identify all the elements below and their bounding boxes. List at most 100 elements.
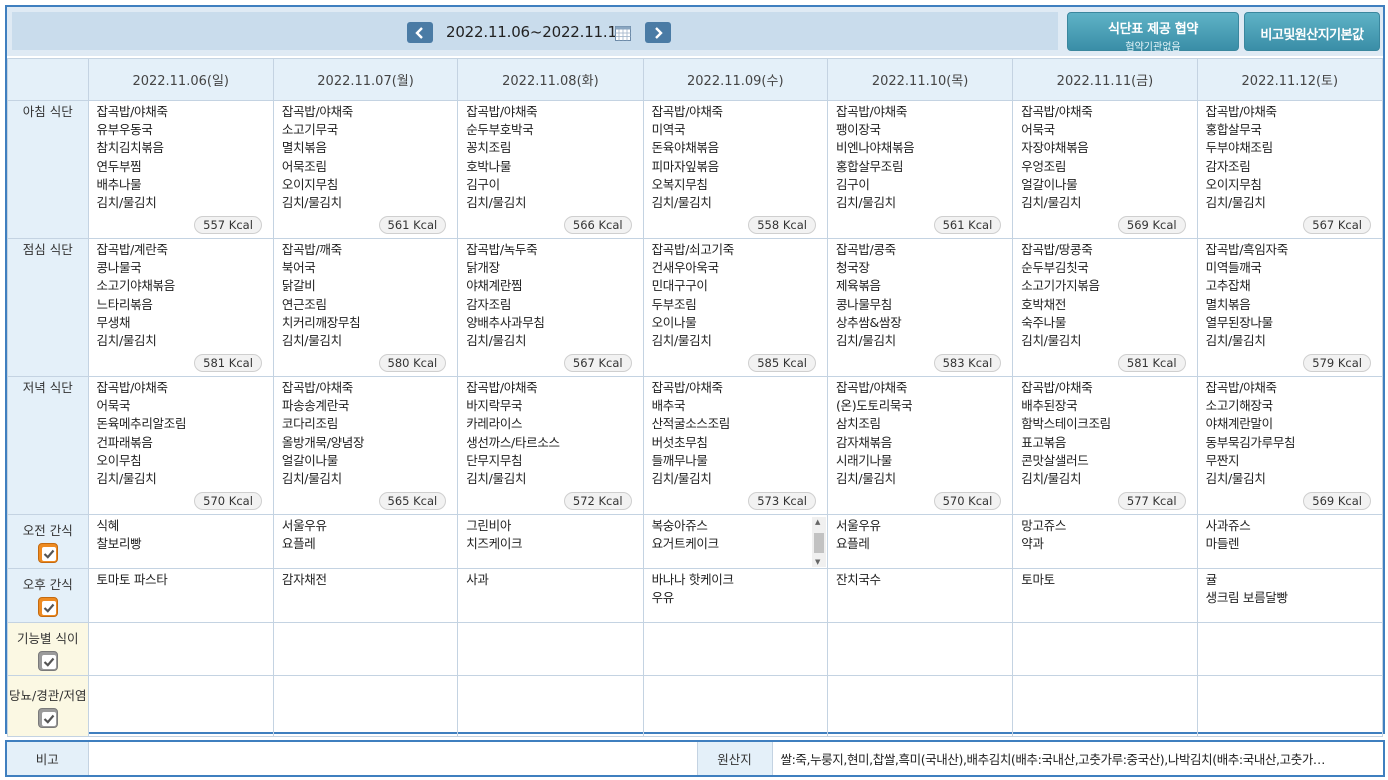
menu-items: 잡곡밥/야채죽 미역국 돈육야채볶음 피마자잎볶음 오복지무침 김치/물김치 (652, 103, 827, 212)
menu-item: (온)도토리묵국 (835, 398, 913, 414)
snack-cell[interactable]: 잔치국수 (826, 568, 1014, 623)
menu-item: 멸치볶음 (281, 140, 327, 156)
snack-item: 바나나 핫케이크 (651, 572, 734, 587)
snack-item: 약과 (1021, 536, 1044, 552)
menu-item: 김구이 (835, 176, 870, 192)
snack-cell[interactable]: 서울우유 요플레 (826, 514, 1014, 569)
snack-cell[interactable] (642, 675, 828, 737)
kcal-badge: 580 Kcal (378, 354, 447, 372)
snack-cell[interactable]: 사과쥬스 마들렌 (1196, 514, 1384, 569)
meal-cell[interactable]: 잡곡밥/야채죽 파송송계란국 코다리조림 올방개묵/양념장 얼갈이나물 김치/물김치 565… (272, 376, 459, 515)
next-week-button[interactable] (645, 22, 671, 43)
cell-scrollbar[interactable]: ▲ ▼ (811, 517, 826, 567)
checkbox-icon[interactable] (37, 597, 58, 617)
meal-cell[interactable]: 잡곡밥/야채죽 (온)도토리묵국 삼치조림 감자채볶음 시래기나물 김치/물김치 570 K… (826, 376, 1014, 515)
menu-item: 야채계란찜 (466, 278, 523, 294)
meal-cell[interactable]: 잡곡밥/계란죽 콩나물국 소고기야채볶음 느타리볶음 무생채 김치/물김치 581 Kcal (87, 238, 274, 377)
snack-cell[interactable] (1012, 622, 1198, 676)
snack-cell[interactable] (826, 622, 1014, 676)
meal-cell[interactable]: 잡곡밥/야채죽 어묵국 돈육메추리알조림 건파래볶음 오이무침 김치/물김치 570 Kca… (87, 376, 274, 515)
meal-cell[interactable]: 잡곡밥/야채죽 배추국 산적굴소스조림 버섯초무침 들깨무나물 김치/물김치 573 Kca… (642, 376, 828, 515)
snack-cell[interactable] (272, 675, 459, 737)
checkbox-icon[interactable] (37, 707, 58, 728)
snack-cell[interactable] (272, 622, 459, 676)
snack-cell[interactable]: 귤 생크림 보름달빵 (1196, 568, 1384, 623)
snack-cell[interactable]: 망고쥬스 약과 (1012, 514, 1198, 569)
menu-item: 오이지무침 (281, 176, 338, 192)
snack-cell[interactable] (1012, 675, 1198, 737)
menu-item: 잡곡밥/야채죽 (835, 380, 908, 395)
menu-items: 잡곡밥/야채죽 어묵국 자장야채볶음 우엉조림 얼갈이나물 김치/물김치 (1021, 103, 1196, 212)
scroll-up-icon[interactable]: ▲ (815, 518, 820, 526)
snack-cell[interactable]: 복숭아쥬스 요거트케이크 ▲ ▼ (642, 514, 828, 569)
snack-items: 감자채전 (282, 571, 457, 589)
scroll-down-icon[interactable]: ▼ (815, 558, 820, 566)
snack-item: 감자채전 (281, 572, 327, 587)
snack-cell[interactable]: 토마토 파스타 (87, 568, 274, 623)
meal-cell[interactable]: 잡곡밥/쇠고기죽 건새우아욱국 민대구구이 두부조림 오이나물 김치/물김치 585 Kca… (642, 238, 828, 377)
meal-row: 아침 식단 잡곡밥/야채죽 유부우동국 참치김치볶음 연두부찜 배추나물 김치/물김치 557… (7, 100, 1384, 239)
snack-item: 요플레 (835, 536, 870, 552)
snack-cell[interactable] (1196, 675, 1384, 737)
prev-week-button[interactable] (407, 22, 433, 43)
snack-cell[interactable] (457, 675, 644, 737)
calendar-icon[interactable] (615, 26, 631, 41)
meal-cell[interactable]: 잡곡밥/야채죽 미역국 돈육야채볶음 피마자잎볶음 오복지무침 김치/물김치 558 Kca… (642, 100, 828, 239)
snack-cell[interactable] (457, 622, 644, 676)
meal-cell[interactable]: 잡곡밥/깨죽 북어국 닭갈비 연근조림 치커리깨장무침 김치/물김치 580 Kcal (272, 238, 459, 377)
menu-item: 생선까스/타르소스 (466, 434, 560, 450)
day-header: 2022.11.12(토) (1196, 58, 1384, 101)
meal-cell[interactable]: 잡곡밥/콩죽 청국장 제육볶음 콩나물무침 상추쌈&쌈장 김치/물김치 583 Kcal (826, 238, 1014, 377)
snack-cell[interactable]: 식혜 찰보리빵 (87, 514, 274, 569)
menu-item: 오이무침 (96, 452, 142, 468)
menu-item: 북어국 (281, 260, 316, 276)
menu-item: 닭개장 (466, 260, 500, 276)
meal-cell[interactable]: 잡곡밥/야채죽 어묵국 자장야채볶음 우엉조림 얼갈이나물 김치/물김치 569 Kcal (1012, 100, 1198, 239)
meal-cell[interactable]: 잡곡밥/야채죽 유부우동국 참치김치볶음 연두부찜 배추나물 김치/물김치 557 Kcal (87, 100, 274, 239)
snack-cell[interactable] (642, 622, 828, 676)
note-field[interactable] (87, 742, 697, 775)
meal-cell[interactable]: 잡곡밥/야채죽 배추된장국 함박스테이크조림 표고볶음 콘맛살샐러드 김치/물김치 577 … (1012, 376, 1198, 515)
snack-cell[interactable]: 사과 (457, 568, 644, 623)
kcal-badge: 557 Kcal (194, 216, 262, 234)
snack-cell[interactable] (87, 675, 274, 737)
snack-cell[interactable]: 토마토 (1012, 568, 1198, 623)
menu-agreement-button[interactable]: 식단표 제공 협약 협약기관없음 (1067, 12, 1239, 53)
meal-cell[interactable]: 잡곡밥/야채죽 소고기해장국 야채계란말이 동부묵김가루무침 무짠지 김치/물김치 569 … (1196, 376, 1384, 515)
menu-item: 콩나물무침 (835, 296, 892, 312)
snack-item: 치즈케이크 (466, 536, 523, 552)
menu-item: 김치/물김치 (651, 195, 712, 211)
meal-cell[interactable]: 잡곡밥/야채죽 팽이장국 비엔나야채볶음 홍합살무조림 김구이 김치/물김치 561 Kca… (826, 100, 1014, 239)
snack-label-stack: 기능별 식이 (8, 628, 88, 671)
snack-cell[interactable] (1196, 622, 1384, 676)
checkbox-icon[interactable] (37, 650, 58, 671)
scroll-thumb[interactable] (813, 533, 824, 553)
menu-item: 잡곡밥/녹두죽 (466, 242, 538, 257)
snack-cell[interactable]: 바나나 핫케이크 우유 (642, 568, 828, 623)
snack-cell[interactable] (87, 622, 274, 676)
meal-cell[interactable]: 잡곡밥/야채죽 순두부호박국 꽁치조림 호박나물 김구이 김치/물김치 566 Kcal (457, 100, 644, 239)
meal-cell[interactable]: 잡곡밥/흑임자죽 미역들깨국 고추잡채 멸치볶음 열무된장나물 김치/물김치 579 Kca… (1196, 238, 1384, 377)
meal-cell[interactable]: 잡곡밥/땅콩죽 순두부김칫국 소고기가지볶음 호박채전 숙주나물 김치/물김치 581 Kc… (1012, 238, 1198, 377)
meal-cell[interactable]: 잡곡밥/야채죽 홍합살무국 두부야채조림 감자조림 오이지무침 김치/물김치 567 Kca… (1196, 100, 1384, 239)
note-origin-default-button[interactable]: 비고및원산지기본값 (1244, 12, 1380, 51)
snack-cell[interactable]: 그린비아 치즈케이크 (457, 514, 644, 569)
kcal-badge: 567 Kcal (1303, 216, 1371, 234)
meal-cell[interactable]: 잡곡밥/야채죽 바지락무국 카레라이스 생선까스/타르소스 단무지무침 김치/물김치 572… (457, 376, 644, 515)
snack-cell[interactable]: 서울우유 요플레 (272, 514, 459, 569)
menu-item: 피마자잎볶음 (651, 158, 720, 174)
snack-row: 기능별 식이 (7, 622, 1384, 676)
snack-cell[interactable]: 감자채전 (272, 568, 459, 623)
menu-item: 김치/물김치 (1021, 471, 1082, 487)
menu-item: 느타리볶음 (96, 296, 153, 312)
meal-cell[interactable]: 잡곡밥/야채죽 소고기무국 멸치볶음 어묵조림 오이지무침 김치/물김치 561 Kcal (272, 100, 459, 239)
origin-field[interactable]: 쌀:죽,누룽지,현미,찹쌀,흑미(국내산),배추김치(배추:국내산,고춧가루:중… (771, 742, 1383, 775)
menu-item: 버섯초무침 (651, 434, 708, 450)
menu-item: 김치/물김치 (1205, 333, 1266, 349)
snack-cell[interactable] (826, 675, 1014, 737)
menu-item: 오이지무침 (1205, 176, 1262, 192)
checkbox-icon[interactable] (37, 543, 58, 563)
meal-cell[interactable]: 잡곡밥/녹두죽 닭개장 야채계란찜 감자조림 양배추사과무침 김치/물김치 567 Kcal (457, 238, 644, 377)
snack-label-stack: 오전 간식 (8, 520, 88, 563)
menu-item: 어묵국 (96, 398, 131, 414)
